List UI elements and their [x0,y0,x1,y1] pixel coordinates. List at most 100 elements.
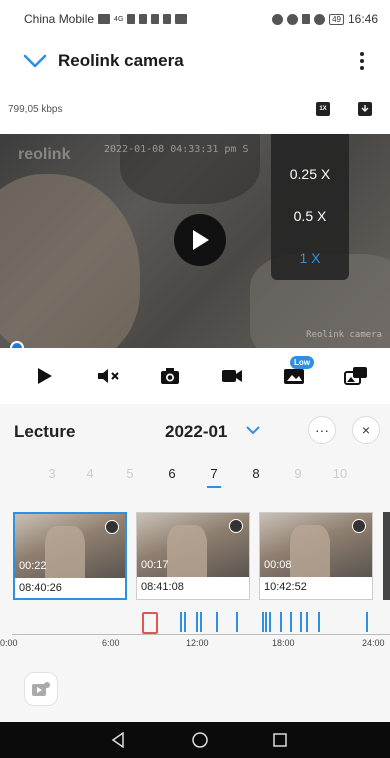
status-bar: China Mobile 4G 49 16:46 [0,0,390,38]
network-label: 4G [114,15,124,23]
play-button[interactable] [174,214,226,266]
watermark-camera-name: Reolink camera [306,330,382,340]
recording-segment [366,612,368,632]
more-options-button[interactable] [352,49,372,73]
day-item: 10 [332,466,348,481]
back-button[interactable] [108,730,128,750]
clip-time: 08:40:26 [19,582,62,594]
notification-icon [163,14,172,24]
video-library-icon [32,682,50,696]
alarm-icon [287,13,299,25]
image-quality-icon [284,369,304,384]
recents-square-icon [273,733,287,747]
video-frame-shape [0,174,140,348]
recording-segment [184,612,186,632]
watermark-logo: reolink [18,146,71,163]
battery-indicator: 49 [329,13,344,25]
clip-card[interactable]: 00:17 08:41:08 [136,512,250,600]
clip-duration: 00:22 [19,560,47,572]
recording-segment [318,612,320,632]
clip-time: 10:42:52 [264,581,307,593]
motion-icon [105,520,119,534]
home-button[interactable] [190,730,210,750]
download-button[interactable] [358,102,372,116]
day-item: 9 [294,466,302,481]
back-triangle-icon [111,732,124,748]
mute-icon [302,14,311,24]
timer-icon [352,519,366,533]
page-title: Reolink camera [58,51,184,70]
switch-view-button[interactable] [342,362,370,390]
recording-segment [290,612,292,632]
clip-card[interactable]: 00:08 10:42:52 [259,512,373,600]
recording-segment [306,612,308,632]
picture-swap-icon [344,367,367,385]
day-item[interactable]: 6 [162,466,182,481]
month-selector[interactable]: 2022-01 [165,422,227,442]
video-camera-icon [222,370,242,382]
app-header: Reolink camera [0,38,390,84]
video-player[interactable]: reolink 2022-01-08 04:33:31 pm S Reolink… [0,134,390,348]
panel-title: Lecture [14,422,76,441]
timeline-label: 6:00 [102,638,120,648]
more-vertical-icon [360,52,364,70]
timeline-label: 12:00 [186,638,209,648]
motion-icon [229,519,243,533]
wifi-icon [139,14,148,24]
day-item: 4 [86,466,94,481]
speed-option-0-25x[interactable]: 0.25 X [271,166,349,182]
timeline-label: 0:00 [0,638,18,648]
clip-duration: 00:17 [141,559,169,571]
clip-library-button[interactable] [24,672,58,706]
speed-option-1x[interactable]: 1 X [271,250,349,266]
play-button-toolbar[interactable] [30,362,58,390]
recording-segment [180,612,182,632]
day-item[interactable]: 8 [246,466,266,481]
timeline-label: 18:00 [272,638,295,648]
clip-time: 08:41:08 [141,581,184,593]
recording-segment [196,612,198,632]
low-quality-badge: Low [290,356,314,369]
signal-icon [127,14,136,24]
mute-button[interactable] [94,362,122,390]
record-button[interactable] [218,362,246,390]
hourglass-icon [151,14,160,24]
close-button[interactable]: × [352,416,380,444]
collapse-button[interactable] [22,51,48,71]
recording-segment [280,612,282,632]
location-icon [314,13,326,25]
recording-segment [300,612,302,632]
day-item-selected[interactable]: 7 [204,466,224,481]
timeline-cursor[interactable] [142,612,158,634]
more-button[interactable]: ··· [308,416,336,444]
clip-card[interactable]: 00:22 08:40:26 [13,512,127,600]
selected-day-underline [207,486,221,488]
play-icon [193,230,209,250]
play-icon [38,368,52,384]
home-circle-icon [192,732,208,748]
sms-icon [98,14,111,24]
recording-segment [269,612,271,632]
timeline-axis [12,634,390,635]
timeline-label: 24:00 [362,638,385,648]
speed-menu: 0.25 X 0.5 X 1 X [271,134,349,280]
day-item: 5 [126,466,134,481]
speed-option-0-5x[interactable]: 0.5 X [271,208,349,224]
recording-segment [262,612,264,632]
camera-icon [161,368,179,384]
clip-card-partial[interactable] [383,512,390,600]
speaker-muted-icon [98,369,119,383]
recordings-panel: Lecture 2022-01 ··· × 3 4 5 6 7 8 9 10 0… [0,404,390,722]
chevron-down-icon[interactable] [246,426,260,435]
carrier-label: China Mobile [24,12,95,26]
info-row: 799,05 kbps 1X [0,84,390,134]
bitrate-label: 799,05 kbps [8,103,63,115]
day-item: 3 [48,466,56,481]
snapshot-button[interactable] [156,362,184,390]
message-icon [175,14,188,24]
recents-button[interactable] [270,730,290,750]
clip-duration: 00:08 [264,559,292,571]
speed-button[interactable]: 1X [316,102,330,116]
watermark-timestamp: 2022-01-08 04:33:31 pm S [104,144,249,155]
recording-segment [265,612,267,632]
